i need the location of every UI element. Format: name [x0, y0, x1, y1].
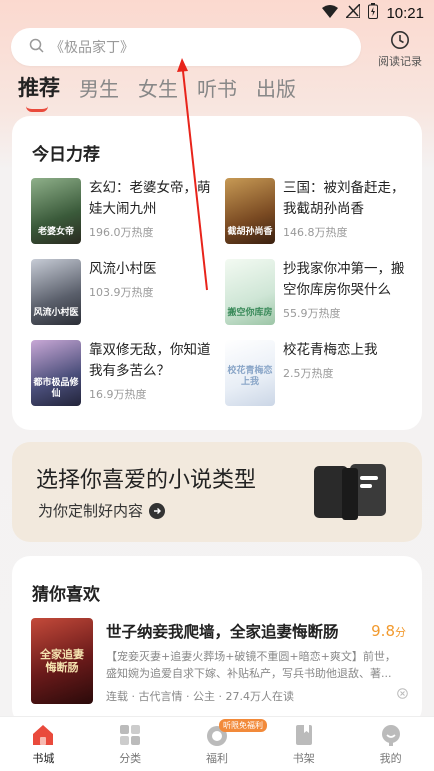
genre-select-banner[interactable]: 选择你喜爱的小说类型 为你定制好内容: [12, 442, 422, 542]
book-title: 校花青梅恋上我: [283, 342, 378, 358]
nav-profile[interactable]: 我的: [347, 717, 434, 771]
tab-male[interactable]: 男生: [79, 73, 119, 102]
tab-recommend[interactable]: 推荐: [18, 72, 60, 112]
dismiss-icon[interactable]: [397, 688, 408, 702]
bottom-nav: 书城 分类 听限免福利 福利 书架 我的: [0, 716, 434, 771]
category-tabs: 推荐 男生 女生 听书 出版: [18, 72, 296, 112]
search-input[interactable]: 《极品家丁》: [11, 28, 361, 66]
book-heat: 16.9万热度: [89, 388, 147, 401]
clock-icon: [374, 30, 426, 50]
profile-icon: [347, 724, 434, 746]
nav-bookstore[interactable]: 书城: [0, 717, 87, 771]
nav-bookshelf[interactable]: 书架: [260, 717, 347, 771]
book-cover: 都市极品修仙: [31, 340, 81, 406]
guess-you-like-card: 猜你喜欢 全家追妻悔断肠 世子纳妾我爬墙，全家追妻悔断肠 9.8分 【宠妾灭妻+…: [12, 556, 422, 726]
active-tab-indicator: [26, 106, 48, 112]
book-title: 靠双修无敌，你知道我有多苦么？: [89, 342, 211, 379]
tab-publish[interactable]: 出版: [256, 73, 296, 102]
home-icon: [0, 724, 87, 746]
reading-history-button[interactable]: 阅读记录: [374, 30, 426, 69]
book-title: 三国：被刘备赶走，我截胡孙尚香: [283, 180, 405, 217]
search-placeholder: 《极品家丁》: [50, 40, 134, 56]
book-title: 玄幻：老婆女帝，萌娃大闹九州: [89, 180, 211, 217]
book-heat: 55.9万热度: [283, 307, 341, 320]
book-heat: 196.0万热度: [89, 226, 154, 239]
tab-audiobook[interactable]: 听书: [197, 73, 237, 102]
book-cover: 搬空你库房: [225, 259, 275, 325]
book-cover: 老婆女帝: [31, 178, 81, 244]
bookshelf-icon: [260, 724, 347, 746]
battery-icon: [368, 3, 379, 23]
book-description: 【宠妾灭妻+追妻火葬场+破镜不重圆+暗恋+爽文】前世，盛知婉为追爱自求下嫁、补贴…: [106, 650, 396, 680]
book-cover: 校花青梅恋上我: [225, 340, 275, 406]
book-cover: 全家追妻悔断肠: [31, 618, 93, 704]
banner-title: 选择你喜爱的小说类型: [36, 468, 257, 493]
section-title: 今日力荐: [32, 145, 100, 165]
banner-subtitle: 为你定制好内容: [38, 502, 144, 520]
open-book-icon: [312, 462, 388, 526]
reading-history-label: 阅读记录: [378, 55, 422, 68]
book-title: 世子纳妾我爬墙，全家追妻悔断肠: [106, 623, 339, 641]
book-title: 风流小村医: [89, 261, 157, 277]
book-meta: 连载 · 古代言情 · 公主 · 27.4万人在读: [106, 690, 294, 703]
book-item[interactable]: 老婆女帝 玄幻：老婆女帝，萌娃大闹九州 196.0万热度: [31, 178, 221, 244]
book-cover: 风流小村医: [31, 259, 81, 325]
search-icon: [29, 38, 50, 57]
section-title: 猜你喜欢: [32, 585, 100, 605]
book-heat: 146.8万热度: [283, 226, 348, 239]
book-title: 抄我家你冲第一，搬空你库房你哭什么: [283, 261, 405, 298]
book-item[interactable]: 搬空你库房 抄我家你冲第一，搬空你库房你哭什么 55.9万热度: [225, 259, 405, 325]
daily-recommend-card: 今日力荐 老婆女帝 玄幻：老婆女帝，萌娃大闹九州 196.0万热度 截胡孙尚香 …: [12, 116, 422, 430]
status-time: 10:21: [386, 4, 424, 22]
signal-icon: [344, 2, 362, 22]
wifi-icon: [322, 4, 339, 22]
book-item[interactable]: 截胡孙尚香 三国：被刘备赶走，我截胡孙尚香 146.8万热度: [225, 178, 405, 244]
nav-welfare[interactable]: 听限免福利 福利: [174, 717, 267, 771]
recommended-book[interactable]: 全家追妻悔断肠 世子纳妾我爬墙，全家追妻悔断肠 9.8分 【宠妾灭妻+追妻火葬场…: [31, 618, 408, 704]
book-item[interactable]: 校花青梅恋上我 校花青梅恋上我 2.5万热度: [225, 340, 405, 406]
book-item[interactable]: 都市极品修仙 靠双修无敌，你知道我有多苦么？ 16.9万热度: [31, 340, 221, 406]
status-bar: 10:21: [0, 0, 434, 26]
nav-category[interactable]: 分类: [87, 717, 174, 771]
category-icon: [87, 724, 174, 746]
tab-female[interactable]: 女生: [138, 73, 178, 102]
book-score: 9.8分: [371, 622, 406, 640]
book-cover: 截胡孙尚香: [225, 178, 275, 244]
arrow-right-icon: [149, 502, 166, 519]
book-heat: 2.5万热度: [283, 367, 334, 380]
book-item[interactable]: 风流小村医 风流小村医 103.9万热度: [31, 259, 221, 325]
book-heat: 103.9万热度: [89, 286, 154, 299]
